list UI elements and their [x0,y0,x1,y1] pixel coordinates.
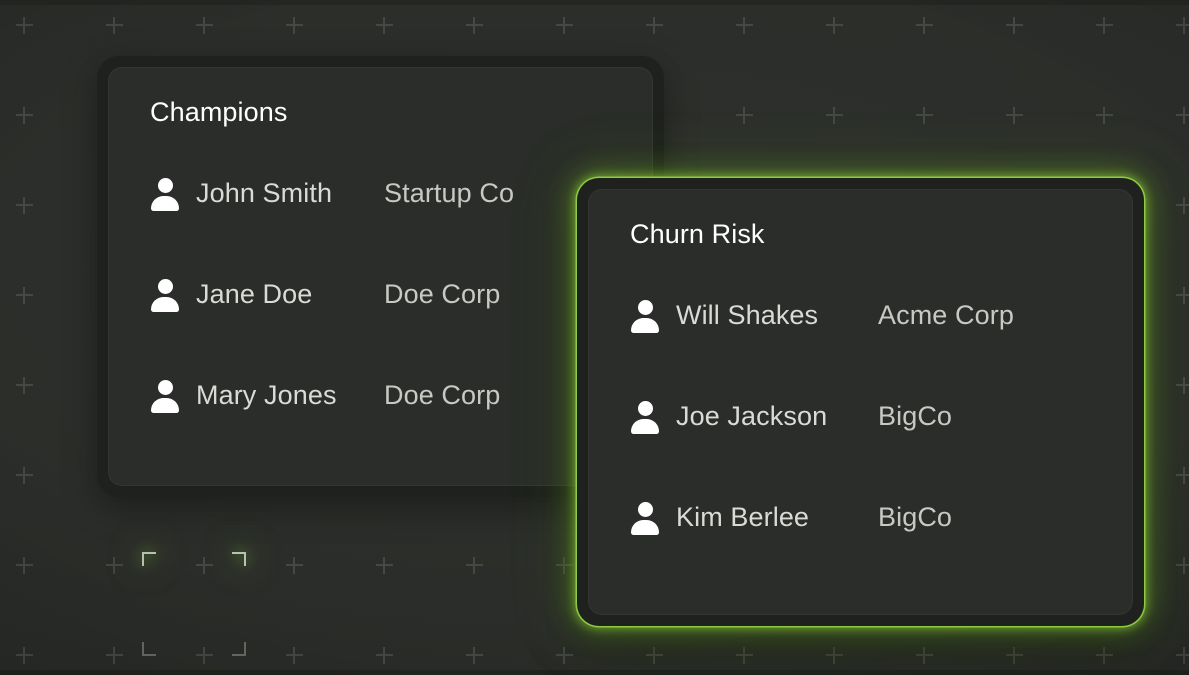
selection-bracket-top-right-icon [232,552,246,566]
person-icon [150,378,180,414]
person-icon [630,500,660,536]
contact-company: Doe Corp [384,279,501,310]
card-churn-risk[interactable]: Churn Risk Will Shakes Acme Corp Joe Jac… [577,178,1144,626]
list-item[interactable]: Kim Berlee BigCo [630,492,1132,544]
screenshot-root: Champions John Smith Startup Co Jane Doe… [0,0,1189,675]
contact-name: Kim Berlee [676,502,810,533]
selection-bracket-bottom-left-icon [142,642,156,656]
card-churn-risk-body: Churn Risk Will Shakes Acme Corp Joe Jac… [589,190,1132,614]
contact-name: Jane Doe [196,279,313,310]
background-bottom-strip [0,670,1189,675]
person-icon [630,298,660,334]
contact-name: Mary Jones [196,380,337,411]
card-champions-title: Champions [150,97,288,127]
person-icon [150,277,180,313]
person-icon [630,399,660,435]
selection-bracket-top-left-icon [142,552,156,566]
list-item[interactable]: Joe Jackson BigCo [630,391,1132,443]
contact-company: BigCo [878,401,953,432]
selection-brackets-icon [142,552,246,656]
card-churn-risk-list: Will Shakes Acme Corp Joe Jackson BigCo [630,290,1132,544]
selection-bracket-bottom-right-icon [232,642,246,656]
contact-name: Will Shakes [676,300,819,331]
card-churn-risk-surface: Churn Risk Will Shakes Acme Corp Joe Jac… [588,189,1133,615]
contact-name: John Smith [196,178,333,209]
contact-company: Doe Corp [384,380,501,411]
contact-company: Startup Co [384,178,515,209]
contact-company: Acme Corp [878,300,1014,331]
card-champions-surface: Champions John Smith Startup Co Jane Doe… [108,67,653,486]
card-champions-body: Champions John Smith Startup Co Jane Doe… [109,68,652,485]
contact-company: BigCo [878,502,953,533]
card-churn-risk-title: Churn Risk [630,219,765,249]
person-icon [150,176,180,212]
list-item[interactable]: Will Shakes Acme Corp [630,290,1132,342]
background-top-strip [0,0,1189,5]
contact-name: Joe Jackson [676,401,828,432]
